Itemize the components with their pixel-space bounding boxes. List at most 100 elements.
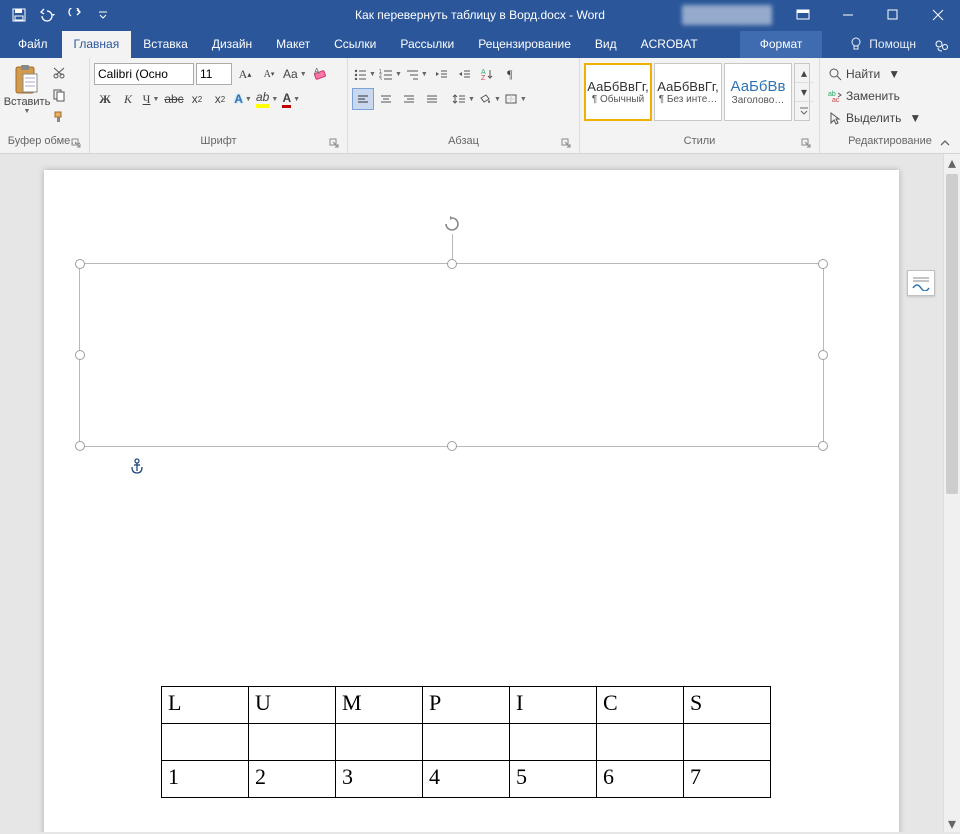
- highlight-button[interactable]: ab▼: [255, 88, 279, 110]
- handle-se[interactable]: [818, 441, 828, 451]
- align-right-button[interactable]: [398, 88, 420, 110]
- document-table[interactable]: L U M P I C S 1: [161, 686, 771, 798]
- share-button[interactable]: [924, 32, 960, 58]
- selected-textbox[interactable]: [79, 263, 824, 447]
- tab-layout[interactable]: Макет: [264, 31, 322, 58]
- table-cell[interactable]: [423, 724, 510, 761]
- shrink-font-button[interactable]: A▾: [258, 63, 280, 85]
- font-name-combo[interactable]: [94, 63, 194, 85]
- numbering-button[interactable]: 123▼: [378, 63, 403, 85]
- table-cell[interactable]: [510, 724, 597, 761]
- grow-font-button[interactable]: A▴: [234, 63, 256, 85]
- table-cell[interactable]: 5: [510, 761, 597, 798]
- table-cell[interactable]: 4: [423, 761, 510, 798]
- styles-scroll-down[interactable]: ▾: [795, 83, 813, 102]
- font-size-combo[interactable]: [196, 63, 232, 85]
- table-cell[interactable]: P: [423, 687, 510, 724]
- borders-button[interactable]: ▼: [503, 88, 528, 110]
- table-cell[interactable]: 7: [684, 761, 771, 798]
- cut-button[interactable]: [50, 63, 68, 83]
- collapse-ribbon-button[interactable]: [936, 135, 954, 151]
- tab-design[interactable]: Дизайн: [200, 31, 264, 58]
- handle-w[interactable]: [75, 350, 85, 360]
- tab-format[interactable]: Формат: [740, 31, 823, 58]
- paragraph-launcher[interactable]: [559, 136, 573, 150]
- style-normal[interactable]: АаБбВвГг, ¶ Обычный: [584, 63, 652, 121]
- handle-nw[interactable]: [75, 259, 85, 269]
- style-heading1[interactable]: АаБбВв Заголово…: [724, 63, 792, 121]
- redo-button[interactable]: [62, 3, 88, 27]
- page[interactable]: L U M P I C S 1: [44, 170, 899, 832]
- handle-n[interactable]: [447, 259, 457, 269]
- tab-home[interactable]: Главная: [62, 31, 132, 58]
- show-marks-button[interactable]: ¶: [499, 63, 521, 85]
- underline-button[interactable]: Ч▼: [140, 88, 162, 110]
- clear-formatting-button[interactable]: A: [310, 63, 332, 85]
- bold-button[interactable]: Ж: [94, 88, 116, 110]
- styles-gallery[interactable]: АаБбВвГг, ¶ Обычный АаБбВвГг, ¶ Без инте…: [584, 63, 810, 121]
- table-cell[interactable]: [162, 724, 249, 761]
- clipboard-launcher[interactable]: [69, 136, 83, 150]
- document-area[interactable]: L U M P I C S 1: [0, 154, 943, 832]
- sort-button[interactable]: AZ: [476, 63, 498, 85]
- justify-button[interactable]: [421, 88, 443, 110]
- layout-options-button[interactable]: [907, 270, 935, 296]
- table-row[interactable]: [162, 724, 771, 761]
- align-center-button[interactable]: [375, 88, 397, 110]
- handle-s[interactable]: [447, 441, 457, 451]
- table-cell[interactable]: [249, 724, 336, 761]
- find-button[interactable]: Найти▼: [824, 63, 956, 85]
- strikethrough-button[interactable]: abc: [163, 88, 185, 110]
- copy-button[interactable]: [50, 85, 68, 105]
- styles-expand[interactable]: [795, 102, 813, 120]
- scroll-up-button[interactable]: ▴: [944, 154, 960, 171]
- line-spacing-button[interactable]: ▼: [451, 88, 476, 110]
- table-cell[interactable]: [684, 724, 771, 761]
- tab-acrobat[interactable]: ACROBAT: [629, 31, 710, 58]
- table-cell[interactable]: I: [510, 687, 597, 724]
- rotation-handle[interactable]: [442, 214, 462, 234]
- ribbon-display-options-button[interactable]: [780, 0, 825, 29]
- tab-file[interactable]: Файл: [4, 31, 62, 58]
- tab-review[interactable]: Рецензирование: [466, 31, 583, 58]
- close-button[interactable]: [915, 0, 960, 29]
- scroll-down-button[interactable]: ▾: [944, 815, 960, 832]
- shading-button[interactable]: ▼: [477, 88, 502, 110]
- table-row[interactable]: 1 2 3 4 5 6 7: [162, 761, 771, 798]
- multilevel-list-button[interactable]: ▼: [404, 63, 429, 85]
- paste-button[interactable]: Вставить ▼: [4, 61, 50, 131]
- table-cell[interactable]: [336, 724, 423, 761]
- increase-indent-button[interactable]: [453, 63, 475, 85]
- tab-mailings[interactable]: Рассылки: [388, 31, 466, 58]
- select-button[interactable]: Выделить▼: [824, 107, 956, 129]
- maximize-button[interactable]: [870, 0, 915, 29]
- tab-references[interactable]: Ссылки: [322, 31, 388, 58]
- table-cell[interactable]: L: [162, 687, 249, 724]
- scroll-thumb[interactable]: [946, 174, 958, 494]
- table-cell[interactable]: [597, 724, 684, 761]
- save-button[interactable]: [6, 3, 32, 27]
- table-row[interactable]: L U M P I C S: [162, 687, 771, 724]
- bullets-button[interactable]: ▼: [352, 63, 377, 85]
- tab-view[interactable]: Вид: [583, 31, 629, 58]
- font-launcher[interactable]: [327, 136, 341, 150]
- style-no-spacing[interactable]: АаБбВвГг, ¶ Без инте…: [654, 63, 722, 121]
- table-cell[interactable]: 1: [162, 761, 249, 798]
- table-cell[interactable]: U: [249, 687, 336, 724]
- table-cell[interactable]: M: [336, 687, 423, 724]
- table-cell[interactable]: S: [684, 687, 771, 724]
- table-cell[interactable]: 3: [336, 761, 423, 798]
- table-cell[interactable]: 2: [249, 761, 336, 798]
- change-case-button[interactable]: Aa▼: [282, 63, 308, 85]
- styles-scroll-up[interactable]: ▴: [795, 64, 813, 83]
- superscript-button[interactable]: x2: [209, 88, 231, 110]
- undo-button[interactable]: [34, 3, 60, 27]
- replace-button[interactable]: abac Заменить: [824, 85, 956, 107]
- italic-button[interactable]: К: [117, 88, 139, 110]
- qat-customize-button[interactable]: [90, 3, 116, 27]
- user-account[interactable]: [682, 5, 772, 25]
- tell-me-input[interactable]: Помощн: [837, 31, 924, 58]
- minimize-button[interactable]: [825, 0, 870, 29]
- handle-sw[interactable]: [75, 441, 85, 451]
- text-effects-button[interactable]: A▼: [232, 88, 254, 110]
